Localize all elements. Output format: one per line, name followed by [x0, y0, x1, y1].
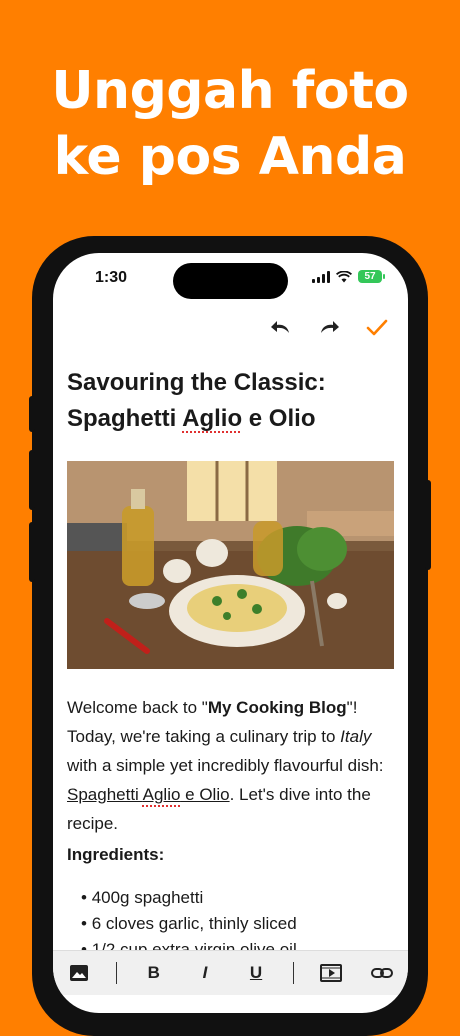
insert-video-icon[interactable] — [317, 959, 345, 987]
bold-text: My Cooking Blog — [207, 698, 347, 717]
list-item: 400g spaghetti — [81, 885, 297, 911]
redo-icon[interactable] — [316, 315, 342, 341]
publish-check-icon[interactable] — [364, 315, 390, 341]
underline-button[interactable]: U — [242, 959, 270, 987]
post-image[interactable] — [67, 461, 394, 669]
phone-screen: 1:30 57 Savouring the Classic: Spaghetti… — [53, 253, 408, 1013]
insert-image-icon[interactable] — [65, 959, 93, 987]
status-icons: 57 — [312, 270, 385, 283]
wifi-icon — [336, 270, 352, 282]
phone-button — [29, 396, 35, 432]
dynamic-island — [173, 263, 288, 299]
format-toolbar: B I U — [53, 950, 408, 995]
battery-icon: 57 — [358, 270, 385, 283]
phone-button — [29, 522, 35, 582]
promo-headline: Unggah foto ke pos Anda — [0, 58, 460, 190]
undo-icon[interactable] — [268, 315, 294, 341]
post-title-line-2: Spaghetti Aglio e Olio — [67, 405, 316, 432]
phone-button — [29, 450, 35, 510]
underlined-link[interactable]: Spaghetti Aglio e Olio — [67, 785, 230, 804]
promo-line-1: Unggah foto — [51, 61, 409, 121]
italic-button[interactable]: I — [191, 959, 219, 987]
spellcheck-word: Aglio — [182, 405, 243, 432]
bold-button[interactable]: B — [140, 959, 168, 987]
insert-link-icon[interactable] — [368, 959, 396, 987]
phone-button — [425, 480, 431, 570]
editor-toolbar — [268, 315, 390, 341]
post-title-line-1: Savouring the Classic: — [67, 369, 326, 396]
toolbar-divider — [115, 962, 117, 984]
promo-line-2: ke pos Anda — [53, 127, 407, 187]
list-item: 6 cloves garlic, thinly sliced — [81, 911, 297, 937]
post-title[interactable]: Savouring the Classic: Spaghetti Aglio e… — [67, 365, 397, 437]
toolbar-divider — [293, 962, 295, 984]
status-time: 1:30 — [95, 269, 128, 286]
post-paragraph[interactable]: Welcome back to "My Cooking Blog"! Today… — [67, 693, 397, 838]
signal-icon — [312, 270, 330, 283]
italic-text: Italy — [340, 727, 372, 746]
ingredients-heading[interactable]: Ingredients: — [67, 845, 164, 865]
